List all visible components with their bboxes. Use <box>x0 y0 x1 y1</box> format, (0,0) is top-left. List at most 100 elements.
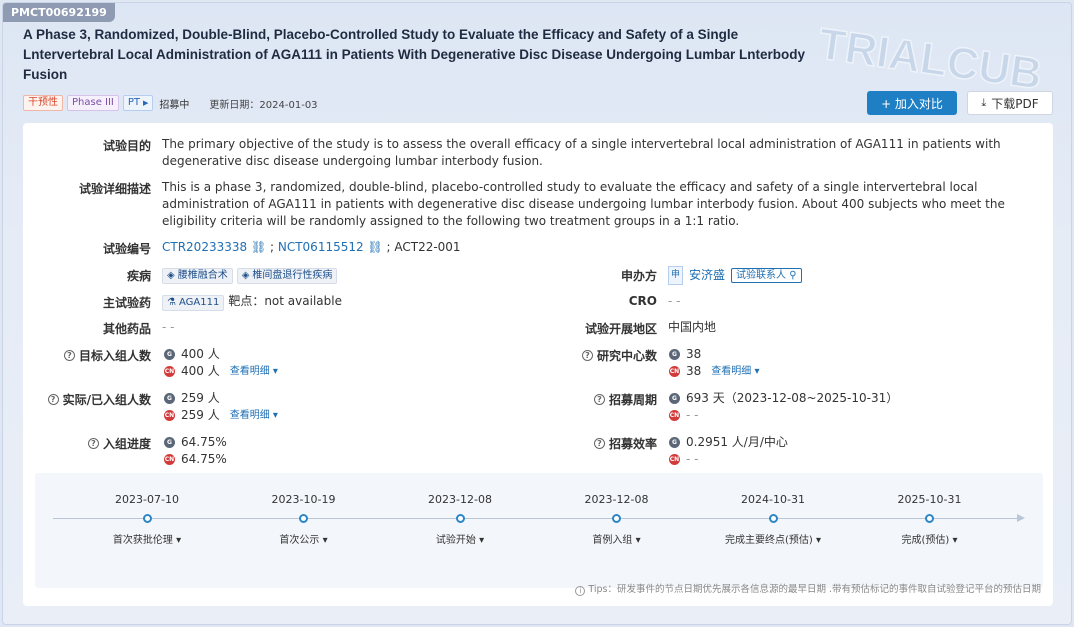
recruit-period-cn: - - <box>686 408 699 422</box>
efficiency-global: 0.2951 人/月/中心 <box>686 435 788 449</box>
timeline-label-text: 试验开始 <box>435 535 476 546</box>
timeline-node[interactable]: 2024-10-31 完成主要终点(预估) ▾ <box>713 493 833 546</box>
disease-chip-label: 椎间盘退行性疾病 <box>252 270 333 281</box>
view-detail-link[interactable]: 查看明细 ▾ <box>230 363 278 380</box>
china-icon: CN <box>669 366 680 377</box>
drug-icon: ⚗ <box>167 297 176 308</box>
diamond-icon: ◈ <box>167 270 175 281</box>
help-icon[interactable]: ? <box>63 350 75 361</box>
timeline-node[interactable]: 2023-07-10 首次获批伦理 ▾ <box>87 493 207 546</box>
sponsor-contact-label: 试验联系人 <box>736 270 787 281</box>
trial-id-badge: PMCT00692199 <box>3 3 115 22</box>
timeline-label-text: 首次获批伦理 <box>112 535 173 546</box>
help-icon[interactable]: ? <box>581 350 593 361</box>
timeline-node[interactable]: 2025-10-31 完成(预估) ▾ <box>870 493 990 546</box>
region-label: 试验开展地区 <box>584 322 657 336</box>
trial-no-value: CTR20233338 ⛓ ; NCT06115512 ⛓ ; ACT22-00… <box>162 239 461 256</box>
timeline-label[interactable]: 完成主要终点(预估) ▾ <box>713 531 833 546</box>
purpose-label: 试验目的 <box>102 139 151 153</box>
timeline-dot <box>142 514 152 523</box>
sponsor-label: 申办方 <box>620 269 657 283</box>
disease-chip[interactable]: ◈ 腰椎融合术 <box>162 268 233 284</box>
caret-down-icon: ▾ <box>176 535 182 546</box>
timeline-dot <box>768 514 778 523</box>
caret-right-icon: ▶ <box>143 99 149 107</box>
sponsor-contact-button[interactable]: 试验联系人 ⚲ <box>731 268 802 283</box>
update-date: 更新日期：2024-01-03 <box>209 96 317 111</box>
center-cn: 38 <box>686 364 702 378</box>
purpose-value: The primary objective of the study is to… <box>162 137 1001 168</box>
update-value: 2024-01-03 <box>259 99 318 111</box>
pt-tag-label: PT <box>127 97 141 108</box>
global-icon: G <box>164 393 175 404</box>
timeline-date: 2023-07-10 <box>115 493 179 506</box>
trial-no-sep: ; <box>266 240 278 254</box>
disease-label: 疾病 <box>126 269 151 283</box>
timeline-dot <box>299 514 308 523</box>
view-detail-link[interactable]: 查看明细 ▾ <box>711 363 759 380</box>
actual-enroll-label-text: 实际/已入组人数 <box>62 393 151 407</box>
efficiency-cn: - - <box>686 452 699 466</box>
timeline-label-text: 首次公示 <box>279 535 320 546</box>
timeline-label[interactable]: 完成(预估) ▾ <box>870 531 990 546</box>
actual-enroll-cn: 259 人 <box>181 408 220 422</box>
update-label: 更新日期： <box>209 99 260 111</box>
download-pdf-button[interactable]: ⤓ 下载PDF <box>967 91 1053 115</box>
drug-chip[interactable]: ⚗ AGA111 <box>162 295 225 311</box>
timeline-date: 2023-12-08 <box>428 493 492 506</box>
sponsor-link[interactable]: 安济盛 <box>689 267 725 284</box>
china-icon: CN <box>164 366 175 377</box>
phase-tag: Phase III <box>67 95 119 111</box>
global-icon: G <box>164 349 175 360</box>
sponsor-value: 申 安济盛 试验联系人 ⚲ <box>668 266 802 285</box>
download-icon: ⤓ <box>981 96 987 109</box>
target-enroll-label: ? 目标入组人数 <box>23 347 151 364</box>
timeline-dot <box>925 514 934 523</box>
china-icon: CN <box>164 410 175 421</box>
timeline-label[interactable]: 首例入组 ▾ <box>557 531 677 546</box>
ctr-link[interactable]: CTR20233338 <box>162 240 247 254</box>
caret-down-icon: ▾ <box>479 535 485 546</box>
target-label: 靶点： <box>228 294 265 308</box>
help-icon[interactable]: ? <box>47 394 59 405</box>
global-icon: G <box>669 393 680 404</box>
timeline-dot <box>455 514 465 523</box>
timeline-node[interactable]: 2023-12-08 首例入组 ▾ <box>557 493 677 546</box>
intervention-tag: 干预性 <box>23 95 63 111</box>
help-icon[interactable]: ? <box>593 438 605 449</box>
timeline-arrow-icon <box>1017 514 1025 522</box>
timeline-label[interactable]: 试验开始 ▾ <box>400 531 520 546</box>
timeline-node[interactable]: 2023-12-08 试验开始 ▾ <box>400 493 520 546</box>
progress-label: ? 入组进度 <box>23 435 151 452</box>
target-enroll-label-text: 目标入组人数 <box>78 349 151 363</box>
timeline-date: 2025-10-31 <box>897 493 962 506</box>
help-icon[interactable]: ? <box>593 394 605 405</box>
timeline-label[interactable]: 首次获批伦理 ▾ <box>87 531 207 546</box>
timeline-date: 2023-12-08 <box>584 493 649 506</box>
page-title: A Phase 3, Randomized, Double-Blind, Pla… <box>23 27 806 82</box>
timeline-node[interactable]: 2023-10-19 首次公示 ▾ <box>244 493 364 546</box>
add-compare-button[interactable]: + 加入对比 <box>867 91 957 115</box>
trialcube-watermark: TRIALCUBE <box>815 19 1041 89</box>
center-value: G 38 CN 38 查看明细 ▾ <box>669 346 759 380</box>
timeline-label[interactable]: 首次公示 ▾ <box>244 531 364 546</box>
efficiency-label: ? 招募效率 <box>543 435 657 452</box>
disease-chip[interactable]: ◈ 椎间盘退行性疾病 <box>236 268 338 284</box>
main-drug-value: ⚗ AGA111 靶点：not available <box>162 293 342 311</box>
watermark-text: TRIALCUBE <box>815 19 1041 89</box>
view-detail-link[interactable]: 查看明细 ▾ <box>230 407 278 424</box>
description-label: 试验详细描述 <box>78 182 151 196</box>
actual-enroll-global: 259 人 <box>181 391 220 405</box>
pt-tag[interactable]: PT ▶ <box>122 95 154 111</box>
nct-link[interactable]: NCT06115512 <box>278 240 364 254</box>
actual-enroll-label: ? 实际/已入组人数 <box>23 391 151 408</box>
link-icon: ⛓ <box>247 240 267 254</box>
center-label-text: 研究中心数 <box>596 349 657 363</box>
help-icon[interactable]: ? <box>87 438 99 449</box>
china-icon: CN <box>669 454 680 465</box>
timeline-label-text: 完成(预估) <box>901 535 950 546</box>
progress-cn: 64.75% <box>181 452 227 466</box>
disease-chip-label: 腰椎融合术 <box>177 270 228 281</box>
diamond-icon: ◈ <box>241 270 250 281</box>
other-drug-label: 其他药品 <box>102 322 151 336</box>
